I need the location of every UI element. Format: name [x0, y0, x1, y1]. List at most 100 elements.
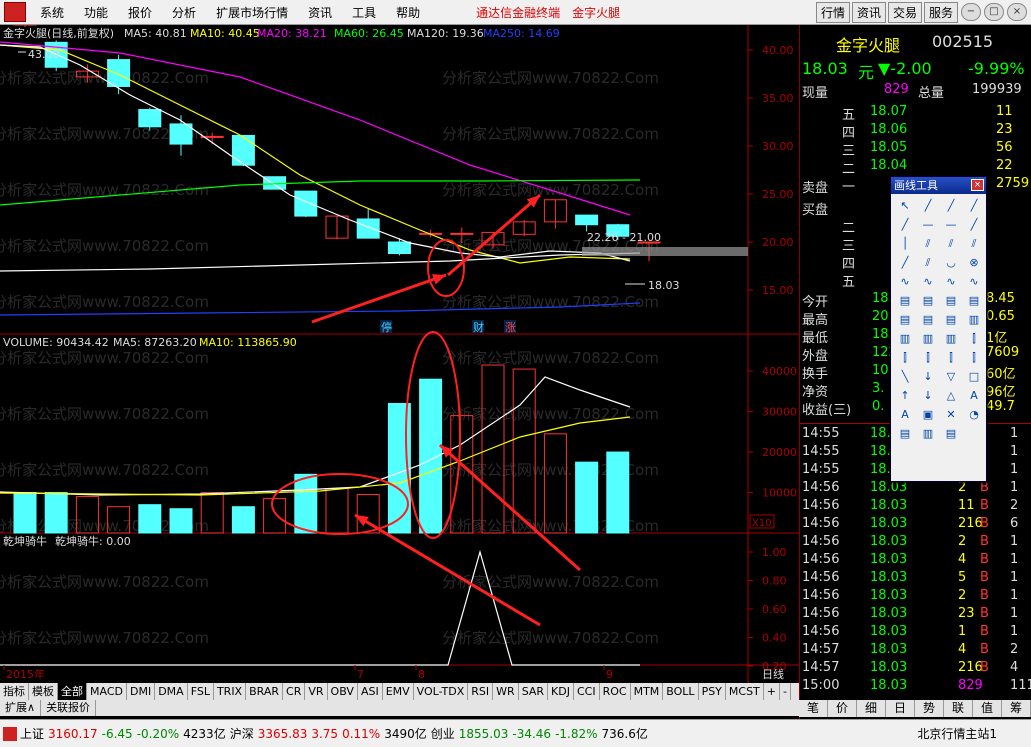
- draw-tool-icon[interactable]: ▤: [940, 292, 962, 310]
- menu-function[interactable]: 功能: [74, 4, 118, 21]
- draw-tool-icon[interactable]: ⊗: [963, 254, 985, 272]
- draw-tool-icon[interactable]: ▥: [894, 330, 916, 348]
- draw-tool-icon[interactable]: □: [963, 368, 985, 386]
- draw-tool-icon[interactable]: ∿: [963, 273, 985, 291]
- right-tab-3[interactable]: 日: [886, 700, 915, 717]
- indicator-tab-emv[interactable]: EMV: [383, 683, 414, 700]
- draw-tool-icon[interactable]: ↓: [917, 387, 939, 405]
- indicator-tab-mcst[interactable]: MCST: [726, 683, 764, 700]
- draw-tool-icon[interactable]: ◔: [963, 406, 985, 424]
- draw-tool-icon[interactable]: ▤: [894, 311, 916, 329]
- draw-tool-icon[interactable]: ▤: [917, 311, 939, 329]
- draw-tool-icon[interactable]: ╱: [894, 216, 916, 234]
- draw-tool-icon[interactable]: ⫽: [963, 235, 985, 253]
- indicator-tab-cr[interactable]: CR: [283, 683, 306, 700]
- indicator-tab-macd[interactable]: MACD: [87, 683, 127, 700]
- draw-tool-icon[interactable]: ╱: [963, 197, 985, 215]
- indicator-tab-obv[interactable]: OBV: [328, 683, 358, 700]
- draw-tool-icon[interactable]: ◡: [940, 254, 962, 272]
- indicator-tab--[interactable]: -: [780, 683, 791, 700]
- draw-tool-icon[interactable]: ▥: [917, 425, 939, 443]
- maximize-icon[interactable]: □: [984, 3, 1004, 21]
- draw-tool-icon[interactable]: ▥: [963, 311, 985, 329]
- draw-tool-icon[interactable]: ∿: [917, 273, 939, 291]
- right-tab-7[interactable]: 筹: [1002, 700, 1031, 717]
- indicator-tab-rsi[interactable]: RSI: [468, 683, 494, 700]
- indicator-tab-psy[interactable]: PSY: [699, 683, 726, 700]
- draw-tool-icon[interactable]: ⫿: [940, 349, 962, 367]
- draw-tool-icon[interactable]: △: [940, 387, 962, 405]
- draw-tool-icon[interactable]: ⫿: [917, 349, 939, 367]
- draw-tool-icon[interactable]: ✕: [940, 406, 962, 424]
- draw-tool-icon[interactable]: [963, 425, 985, 443]
- indicator-tab-roc[interactable]: ROC: [600, 683, 631, 700]
- close-icon[interactable]: ×: [1007, 3, 1027, 21]
- kline-chart[interactable]: 分析家公式网www.70822.Com 分析家公式网www.70822.Com 分析…: [0, 25, 799, 683]
- right-tab-5[interactable]: 联: [944, 700, 973, 717]
- indicator-tab-wr[interactable]: WR: [493, 683, 519, 700]
- draw-tool-icon[interactable]: ▤: [894, 292, 916, 310]
- indicator-tab-vol-tdx[interactable]: VOL-TDX: [414, 683, 469, 700]
- indicator-tab-sar[interactable]: SAR: [519, 683, 549, 700]
- indicator-tab-指标[interactable]: 指标: [0, 683, 29, 700]
- menu-tools[interactable]: 工具: [342, 4, 386, 21]
- palette-close-icon[interactable]: ×: [971, 179, 984, 191]
- draw-tool-icon[interactable]: ▥: [917, 330, 939, 348]
- draw-tool-icon[interactable]: ╱: [940, 197, 962, 215]
- drawing-tools-palette[interactable]: 画线工具 × ↖ ╱ ╱ ╱ ╱ — — ╱ │ ⫽ ⫽ ⫽ ╱ ⫽ ◡ ⊗ ∿ ∿ ∿ ∿ ▤ ▤ ▤ ▤ ▤ ▤ ▤ ▥ ▥ ▥ ▥ ⫿ ⫿ ⫿…: [890, 176, 987, 482]
- draw-tool-icon[interactable]: ▥: [940, 330, 962, 348]
- indicator-tab-asi[interactable]: ASI: [358, 683, 383, 700]
- indicator-tab-全部[interactable]: 全部: [58, 683, 87, 700]
- draw-tool-icon[interactable]: ▤: [917, 292, 939, 310]
- indicator-tab-dma[interactable]: DMA: [155, 683, 188, 700]
- draw-tool-icon[interactable]: ⫽: [917, 235, 939, 253]
- extend-tab-1[interactable]: 关联报价: [41, 700, 97, 716]
- draw-tool-icon[interactable]: ∿: [894, 273, 916, 291]
- draw-tool-icon[interactable]: ↑: [894, 387, 916, 405]
- indicator-tab-vr[interactable]: VR: [305, 683, 328, 700]
- draw-tool-icon[interactable]: ⫿: [894, 349, 916, 367]
- menu-extended-market[interactable]: 扩展市场行情: [206, 4, 298, 21]
- draw-tool-icon[interactable]: ⫿: [963, 349, 985, 367]
- right-tab-6[interactable]: 值: [973, 700, 1002, 717]
- right-tab-0[interactable]: 笔: [799, 700, 828, 717]
- menu-analysis[interactable]: 分析: [162, 4, 206, 21]
- menu-system[interactable]: 系统: [30, 4, 74, 21]
- draw-tool-icon[interactable]: ╱: [963, 216, 985, 234]
- draw-tool-icon[interactable]: ▤: [940, 425, 962, 443]
- indicator-tab-+[interactable]: +: [764, 683, 780, 700]
- draw-tool-icon[interactable]: ▤: [940, 311, 962, 329]
- draw-tool-icon[interactable]: ⫿: [963, 330, 985, 348]
- draw-tool-icon[interactable]: ↖: [894, 197, 916, 215]
- indicator-tab-mtm[interactable]: MTM: [631, 683, 664, 700]
- indicator-tab-boll[interactable]: BOLL: [663, 683, 699, 700]
- draw-tool-icon[interactable]: A: [894, 406, 916, 424]
- indicator-tab-模板[interactable]: 模板: [29, 683, 58, 700]
- menu-quote[interactable]: 报价: [118, 4, 162, 21]
- draw-tool-icon[interactable]: ▣: [917, 406, 939, 424]
- indicator-tab-brar[interactable]: BRAR: [246, 683, 284, 700]
- draw-tool-icon[interactable]: ↓: [917, 368, 939, 386]
- draw-tool-icon[interactable]: ⫽: [917, 254, 939, 272]
- menu-help[interactable]: 帮助: [386, 4, 430, 21]
- draw-tool-icon[interactable]: ╱: [894, 254, 916, 272]
- right-tab-2[interactable]: 细: [857, 700, 886, 717]
- draw-tool-icon[interactable]: ▽: [940, 368, 962, 386]
- extend-tab-0[interactable]: 扩展∧: [0, 700, 42, 716]
- draw-tool-icon[interactable]: A: [963, 387, 985, 405]
- draw-tool-icon[interactable]: ▤: [894, 425, 916, 443]
- draw-tool-icon[interactable]: ▤: [963, 292, 985, 310]
- indicator-tab-fsl[interactable]: FSL: [188, 683, 214, 700]
- right-tab-4[interactable]: 势: [915, 700, 944, 717]
- minimize-icon[interactable]: −: [961, 3, 981, 21]
- right-tab-1[interactable]: 价: [828, 700, 857, 717]
- trade-button[interactable]: 交易: [887, 1, 922, 23]
- draw-tool-icon[interactable]: ⫽: [940, 235, 962, 253]
- draw-tool-icon[interactable]: —: [917, 216, 939, 234]
- news-button[interactable]: 资讯: [851, 1, 886, 23]
- indicator-tab-trix[interactable]: TRIX: [214, 683, 247, 700]
- draw-tool-icon[interactable]: ╱: [917, 197, 939, 215]
- draw-tool-icon[interactable]: ∿: [940, 273, 962, 291]
- quote-button[interactable]: 行情: [815, 1, 850, 23]
- service-button[interactable]: 服务: [923, 1, 958, 23]
